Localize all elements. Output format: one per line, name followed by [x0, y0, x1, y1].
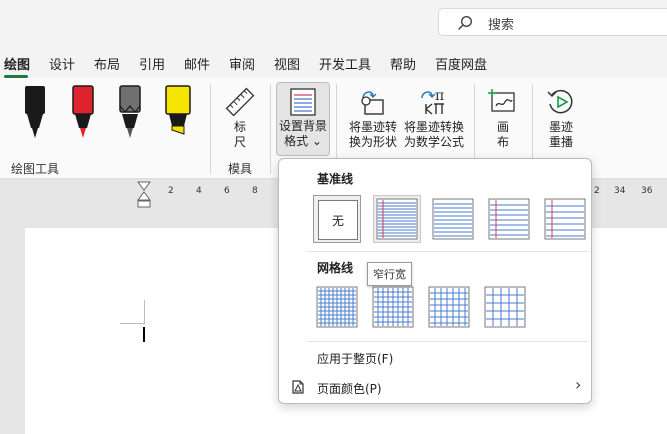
medium-grid-option[interactable] — [369, 283, 417, 331]
tab-references[interactable]: 引用 — [139, 54, 165, 73]
margin-corner-mark — [144, 300, 145, 324]
grid-lines-title: 网格线 — [317, 261, 354, 275]
search-placeholder: 搜索 — [488, 18, 515, 33]
canvas-icon — [488, 89, 515, 112]
college-rule-option[interactable] — [429, 195, 477, 243]
tab-mailings[interactable]: 邮件 — [184, 54, 210, 73]
wide-rule-option[interactable] — [541, 195, 589, 243]
background-format-label-2: 格式 ⌄ — [284, 134, 322, 148]
ink-to-shape-label-2: 换为形状 — [348, 135, 397, 149]
standard-rule-option[interactable] — [485, 195, 533, 243]
drawing-canvas-button[interactable]: 画 布 — [486, 86, 520, 150]
ruler-number: 2 — [168, 186, 174, 196]
search-icon — [458, 15, 473, 30]
submenu-arrow-icon: › — [575, 375, 582, 394]
rule-none-label: 无 — [318, 200, 358, 240]
page-color-item[interactable]: 页面颜色(P) — [317, 380, 382, 397]
ink-to-math-label-2: 为数学公式 — [403, 135, 464, 149]
ribbon-separator — [270, 84, 271, 174]
ruler-number: 36 — [641, 186, 653, 196]
margin-corner-mark — [120, 323, 144, 324]
black-pen-icon[interactable] — [21, 84, 49, 142]
apply-to-all-pages-item[interactable]: 应用于整页(F) — [317, 350, 393, 367]
ruler-label-1: 标 — [233, 120, 246, 134]
tab-draw[interactable]: 绘图 — [4, 54, 30, 73]
tab-design[interactable]: 设计 — [49, 54, 75, 73]
tab-developer[interactable]: 开发工具 — [319, 54, 371, 73]
ink-replay-label-2: 重播 — [548, 135, 573, 149]
ruler-number: 8 — [252, 186, 258, 196]
rule-none-option[interactable]: 无 — [313, 195, 361, 243]
stencil-group-label: 模具 — [228, 162, 253, 176]
canvas-label-1: 画 — [496, 120, 509, 134]
tab-layout[interactable]: 布局 — [94, 54, 120, 73]
ruler-number: 34 — [614, 186, 626, 196]
indent-marker-icon[interactable] — [137, 181, 151, 209]
ruler-button[interactable]: 标 尺 — [222, 86, 258, 150]
svg-text:π: π — [435, 88, 444, 104]
ink-to-shape-label-1: 将墨迹转 — [348, 120, 397, 134]
ink-to-math-icon: π — [421, 88, 444, 115]
tooltip: 窄行宽 — [367, 262, 412, 286]
narrow-rule-option[interactable] — [373, 195, 421, 243]
tab-review[interactable]: 审阅 — [229, 54, 255, 73]
background-format-dropdown: 基准线 无 网格线 应用于整页(F) 页面颜色(P) › — [278, 158, 592, 404]
search-box[interactable]: 搜索 — [438, 8, 667, 36]
small-grid-option[interactable] — [313, 283, 361, 331]
background-format-button[interactable]: 设置背景 格式 ⌄ — [276, 82, 330, 156]
replay-icon — [547, 89, 573, 114]
ribbon-tabs: 绘图 设计 布局 引用 邮件 审阅 视图 开发工具 帮助 百度网盘 — [0, 44, 667, 78]
rule-lines-title: 基准线 — [317, 172, 354, 186]
section-divider — [307, 341, 589, 342]
ink-replay-button[interactable]: 墨迹 重播 — [543, 86, 579, 150]
ink-to-math-button[interactable]: π 将墨迹转换 为数学公式 — [401, 86, 467, 150]
ruler-number: 6 — [224, 186, 230, 196]
tab-view[interactable]: 视图 — [274, 54, 300, 73]
tab-baidu-netdisk[interactable]: 百度网盘 — [435, 54, 487, 73]
ruler-number: 2 — [594, 186, 600, 196]
canvas-label-2: 布 — [496, 135, 509, 149]
ruler-number: 4 — [196, 186, 202, 196]
ink-to-shape-button[interactable]: 将墨迹转 换为形状 — [344, 86, 402, 150]
section-divider — [307, 251, 589, 252]
lined-paper-icon — [290, 88, 316, 116]
yellow-highlighter-icon[interactable] — [164, 84, 192, 142]
ink-to-shape-icon — [361, 91, 384, 115]
ruler-label-2: 尺 — [233, 135, 246, 149]
ink-replay-label-1: 墨迹 — [548, 120, 573, 134]
background-format-label-1: 设置背景 — [278, 119, 327, 133]
red-pen-icon[interactable] — [69, 84, 97, 142]
draw-tools-group-label: 绘图工具 — [11, 162, 60, 176]
large-grid-option[interactable] — [425, 283, 473, 331]
text-caret — [143, 327, 145, 342]
tab-help[interactable]: 帮助 — [390, 54, 416, 73]
ribbon-separator — [210, 84, 211, 174]
ink-to-math-label-1: 将墨迹转换 — [403, 120, 464, 134]
gray-pen-icon[interactable] — [116, 84, 144, 142]
page-color-icon — [292, 380, 304, 394]
ruler-icon — [225, 87, 255, 117]
extra-large-grid-option[interactable] — [481, 283, 529, 331]
